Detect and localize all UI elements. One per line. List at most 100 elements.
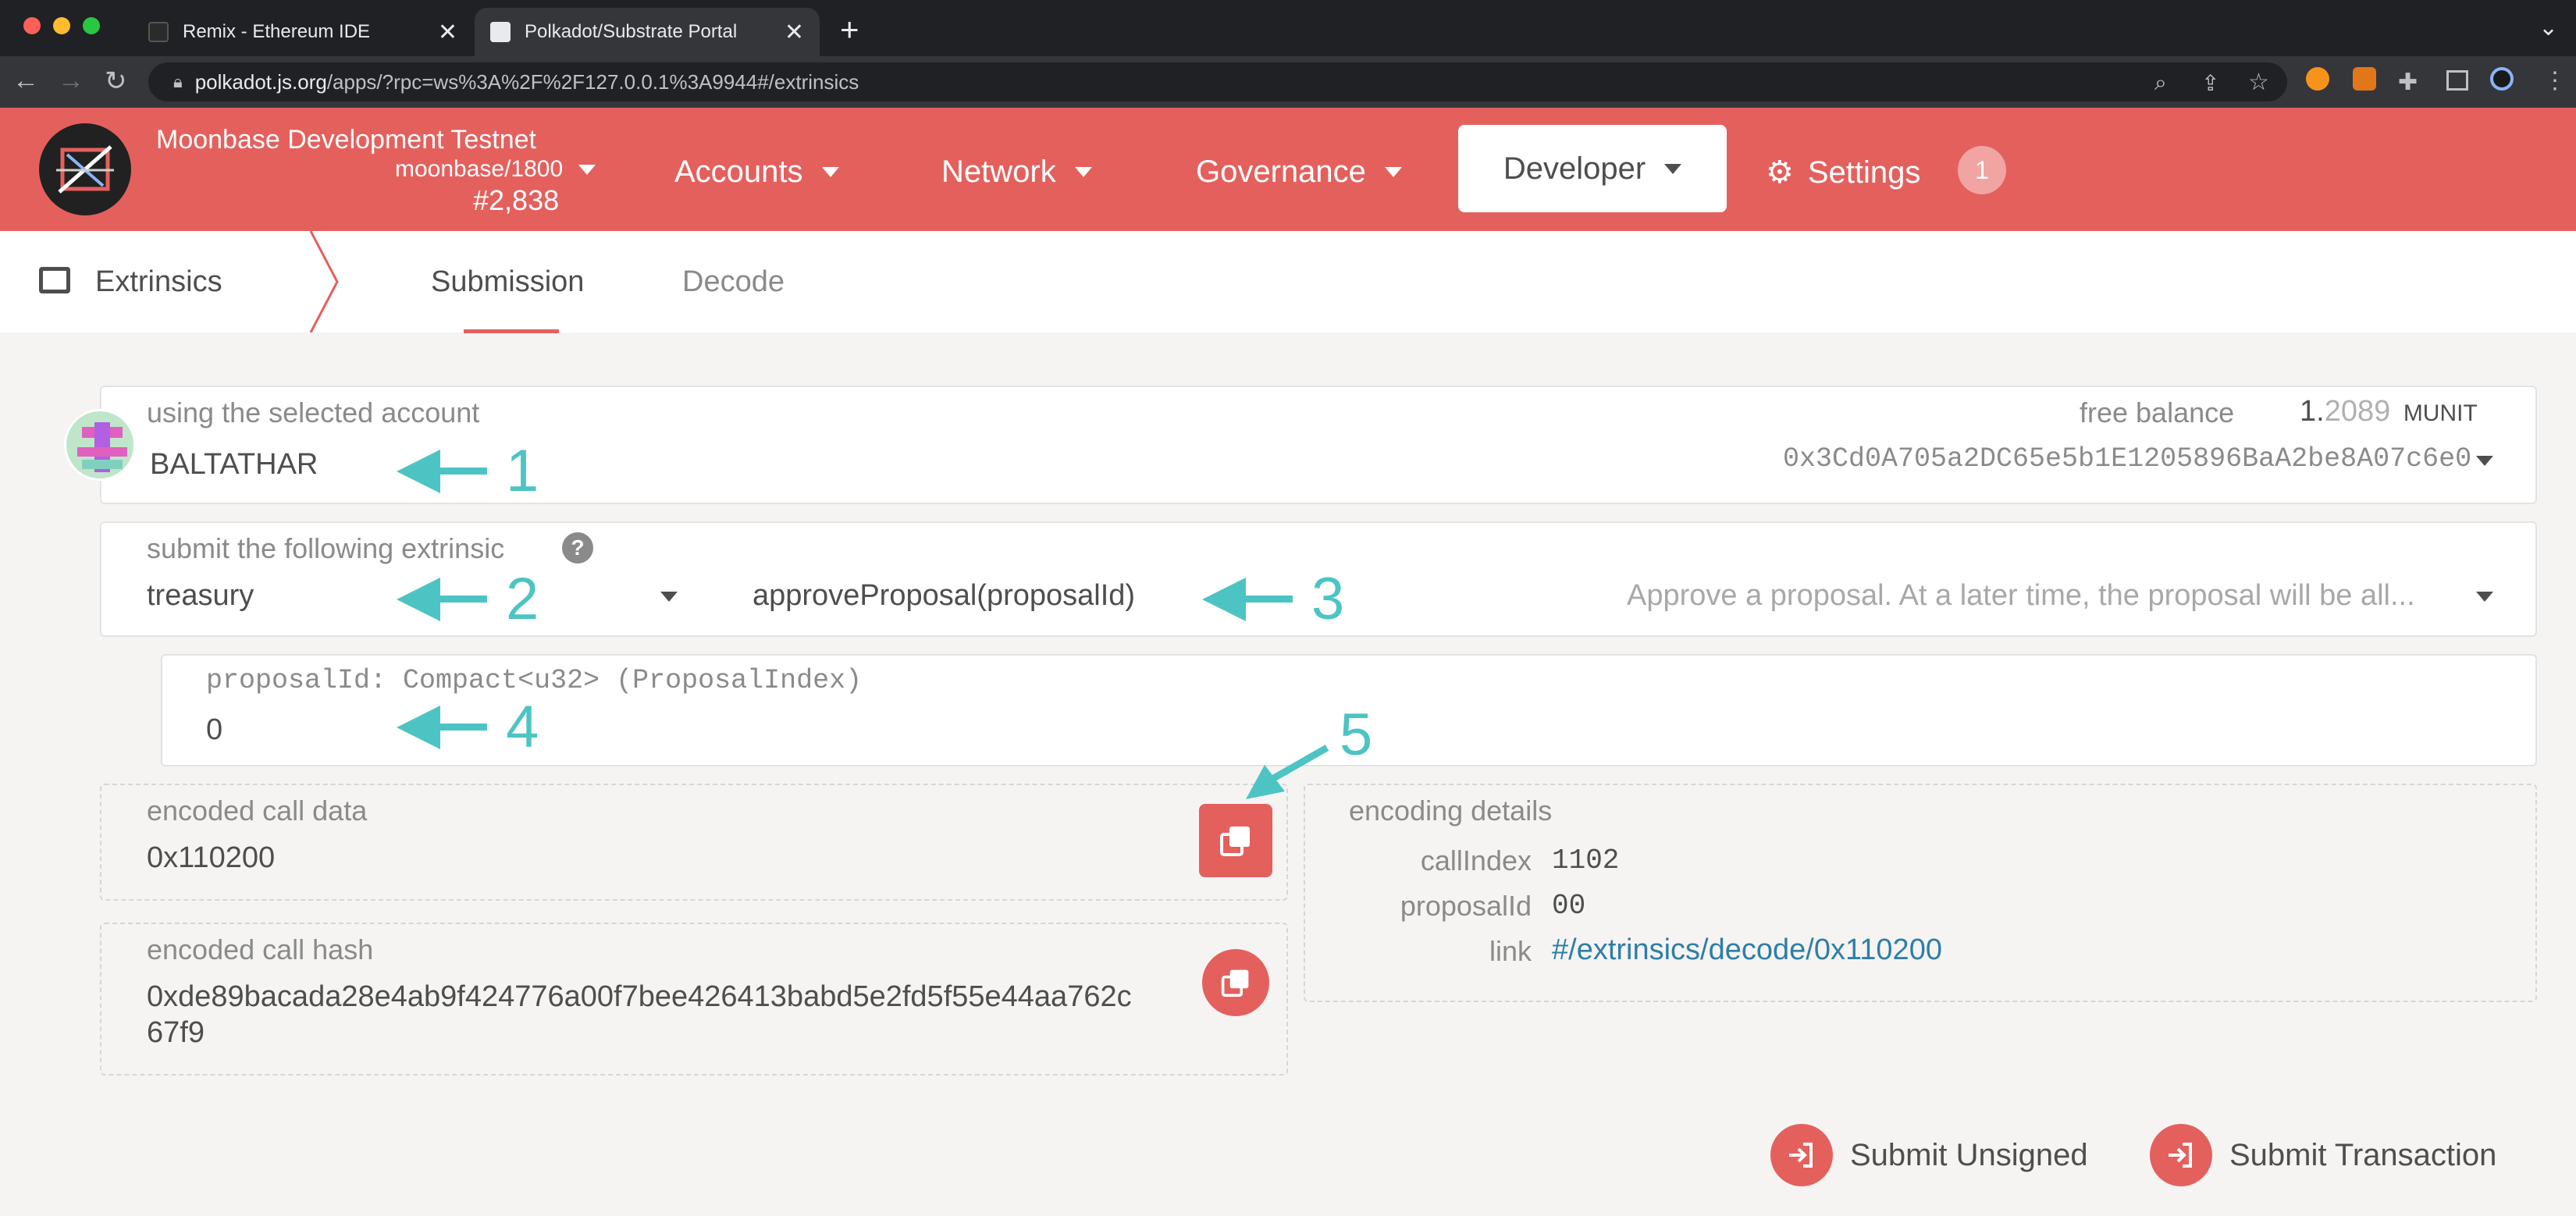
- decode-link[interactable]: #/extrinsics/decode/0x110200: [1552, 933, 1942, 967]
- chevron-down-icon: [1664, 163, 1682, 174]
- menu-label: Settings: [1807, 155, 1921, 190]
- annotation-number: 4: [506, 694, 539, 760]
- sign-in-icon: [1770, 1124, 1833, 1186]
- account-address: 0x3Cd0A705a2DC65e5b1E1205896BaA2be8A07c6…: [1783, 443, 2472, 475]
- active-tab-indicator: [464, 329, 559, 333]
- proposal-id-input[interactable]: 0: [206, 713, 222, 747]
- sub-navigation: [0, 231, 2576, 332]
- settings-badge: 1: [1958, 146, 2006, 194]
- chevron-down-icon[interactable]: [660, 592, 678, 602]
- forward-icon[interactable]: →: [58, 66, 84, 96]
- menu-settings[interactable]: ⚙ Settings: [1766, 155, 1920, 190]
- url-bar[interactable]: 🔒︎ polkadot.js.org/apps/?rpc=ws%3A%2F%2F…: [148, 62, 2287, 101]
- annotation-number: 2: [506, 566, 539, 632]
- chevron-down-icon[interactable]: [2476, 456, 2493, 466]
- close-tab-icon[interactable]: ✕: [785, 19, 804, 46]
- chevron-down-icon[interactable]: [2476, 592, 2493, 602]
- profile-avatar-icon[interactable]: [2490, 67, 2514, 91]
- help-icon[interactable]: ?: [562, 532, 593, 564]
- menu-label: Accounts: [674, 155, 803, 189]
- chain-logo[interactable]: [39, 123, 131, 215]
- copy-icon: [1221, 969, 1249, 997]
- url-path: /apps/?rpc=ws%3A%2F%2F127.0.0.1%3A9944#/…: [326, 69, 859, 94]
- bookmark-star-icon[interactable]: ☆: [2248, 69, 2269, 96]
- lock-icon: 🔒︎: [173, 72, 183, 91]
- menu-governance[interactable]: Governance: [1196, 155, 1402, 190]
- sidepanel-icon[interactable]: [2446, 70, 2468, 91]
- submit-unsigned-label: Submit Unsigned: [1850, 1137, 2088, 1172]
- detail-key-proposalid: proposalId: [1400, 890, 1532, 922]
- more-menu-icon[interactable]: ⋮: [2543, 67, 2567, 94]
- chain-version: moonbase/1800: [395, 156, 564, 182]
- submit-transaction-button[interactable]: Submit Transaction: [2150, 1124, 2496, 1186]
- encoded-call-hash-line-1: 0xde89bacada28e4ab9f424776a00f7bee426413…: [147, 980, 1132, 1013]
- annotation-arrow-5: [1246, 745, 1329, 799]
- copy-icon: [1220, 827, 1250, 856]
- menu-network[interactable]: Network: [941, 155, 1092, 190]
- encoded-call-data-label: encoded call data: [147, 795, 368, 827]
- menu-label: Governance: [1196, 155, 1366, 189]
- annotation-arrow-4: 4: [397, 693, 539, 761]
- encoding-details-label: encoding details: [1349, 795, 1553, 827]
- copy-call-hash-button[interactable]: [1202, 949, 1269, 1016]
- pallet-dropdown[interactable]: treasury: [147, 579, 254, 613]
- section-title: Extrinsics: [95, 265, 222, 298]
- copy-call-data-button[interactable]: [1199, 804, 1272, 877]
- account-name: BALTATHAR: [150, 448, 318, 481]
- metamask-extension-icon[interactable]: [2353, 67, 2376, 91]
- browser-tab-polkadot[interactable]: Polkadot/Substrate Portal ✕: [475, 8, 820, 56]
- back-icon[interactable]: ←: [12, 66, 39, 96]
- network-name[interactable]: Moonbase Development Testnet: [156, 125, 536, 155]
- chevron-down-icon: [578, 164, 596, 175]
- extrinsic-label: submit the following extrinsic: [147, 532, 505, 564]
- submit-unsigned-button[interactable]: Submit Unsigned: [1770, 1124, 2088, 1186]
- menu-developer[interactable]: Developer: [1458, 125, 1727, 212]
- moonbase-logo-icon: [56, 145, 114, 194]
- tab-title: Polkadot/Substrate Portal: [525, 21, 738, 42]
- detail-key-callindex: callIndex: [1420, 844, 1532, 876]
- annotation-number: 1: [506, 438, 539, 504]
- reload-icon[interactable]: ↻: [105, 66, 127, 97]
- annotation-number: 3: [1311, 566, 1345, 632]
- bitcoin-extension-icon[interactable]: [2306, 67, 2329, 91]
- window-minimize-dot[interactable]: [53, 17, 70, 34]
- method-description: Approve a proposal. At a later time, the…: [1627, 579, 2415, 612]
- zoom-icon[interactable]: ⌕: [2154, 70, 2167, 96]
- tab-submission[interactable]: Submission: [431, 265, 584, 299]
- balance-integer: 1.: [2300, 395, 2325, 428]
- menu-label: Network: [941, 155, 1056, 189]
- polkadot-favicon-icon: [490, 22, 511, 42]
- section-divider-chevron: [309, 231, 339, 332]
- chevron-down-icon: [1384, 167, 1402, 177]
- window-zoom-dot[interactable]: [83, 17, 100, 34]
- account-identicon: [64, 409, 136, 481]
- window-close-dot[interactable]: [23, 17, 41, 34]
- detail-key-link: link: [1489, 935, 1532, 967]
- cogs-icon: ⚙: [1766, 155, 1794, 190]
- annotation-arrow-3: 3: [1202, 565, 1344, 633]
- balance-fraction: 2089: [2324, 395, 2391, 428]
- annotation-arrow-2: 2: [397, 565, 539, 633]
- method-dropdown[interactable]: approveProposal(proposalId): [753, 579, 1135, 613]
- chevron-down-icon: [1074, 167, 1092, 177]
- tab-decode[interactable]: Decode: [682, 265, 785, 299]
- balance-unit: MUNIT: [2403, 400, 2478, 426]
- close-tab-icon[interactable]: ✕: [438, 19, 457, 46]
- block-number: #2,838: [473, 184, 560, 216]
- new-tab-icon[interactable]: +: [840, 11, 859, 48]
- param-label: proposalId: Compact<u32> (ProposalIndex): [206, 665, 863, 696]
- chain-version-selector[interactable]: moonbase/1800: [395, 156, 596, 183]
- free-balance-label: free balance: [2080, 396, 2235, 428]
- chevron-down-icon: [821, 167, 839, 177]
- sign-in-icon: [2150, 1124, 2212, 1186]
- extrinsics-icon: [39, 267, 70, 293]
- encoded-call-data-value: 0x110200: [147, 841, 276, 874]
- extensions-puzzle-icon[interactable]: ✚: [2398, 69, 2418, 96]
- annotation-number: 5: [1340, 702, 1373, 768]
- detail-value-proposalid: 00: [1552, 890, 1586, 922]
- share-icon[interactable]: ⇪: [2201, 70, 2219, 96]
- browser-tab-remix[interactable]: Remix - Ethereum IDE ✕: [133, 8, 473, 56]
- menu-accounts[interactable]: Accounts: [674, 155, 839, 190]
- tab-list-chevron-icon[interactable]: ⌄: [2539, 14, 2558, 41]
- tab-title: Remix - Ethereum IDE: [183, 21, 371, 42]
